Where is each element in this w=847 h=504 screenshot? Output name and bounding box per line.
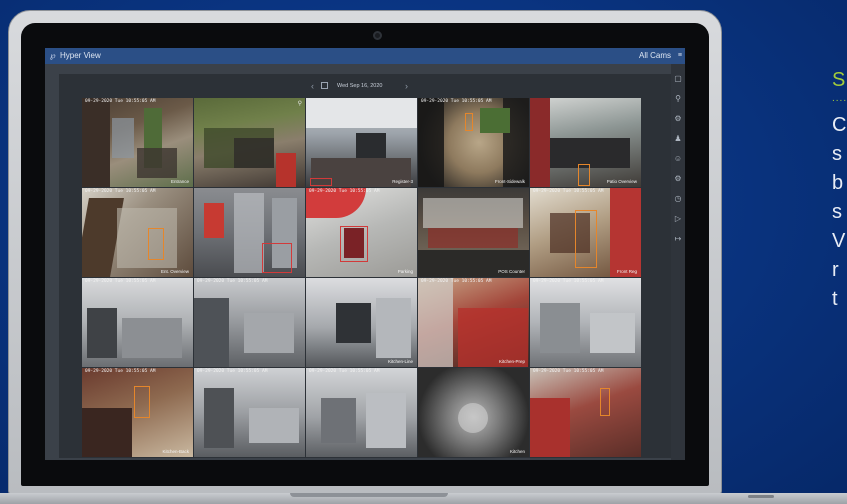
- camera-tile[interactable]: Kitchen: [418, 368, 529, 457]
- tag-icon[interactable]: ▷: [671, 208, 685, 228]
- camera-name: Front-Sidewalk: [494, 179, 525, 184]
- side-text-line: s: [832, 143, 842, 165]
- camera-tile[interactable]: Kitchen-Line: [306, 278, 417, 367]
- camera-tile[interactable]: 09-29-2020 Tue 10:55:05 AM Kitchen-Back: [82, 368, 193, 457]
- camera-tile[interactable]: Register-3: [306, 98, 417, 187]
- webcam-dot: [373, 31, 382, 40]
- zoom-icon[interactable]: ⚲: [298, 100, 302, 107]
- camera-name: Kitchen-Line: [387, 359, 413, 364]
- camera-tile[interactable]: 09-29-2020 Tue 10:55:05 AM Entrance: [82, 98, 193, 187]
- camera-name: Parking: [397, 269, 413, 274]
- camera-tile[interactable]: 09-29-2020 Tue 10:55:05 AM: [82, 278, 193, 367]
- side-heading: S: [832, 69, 846, 91]
- right-toolbar: ▢ ⚲ ⚙ ♟ ☺ ⚙ ◷ ▷ ↦: [671, 64, 685, 460]
- camera-name: Entrance: [170, 179, 189, 184]
- laptop-foot: [748, 495, 774, 498]
- side-text-line: b: [832, 172, 844, 194]
- side-text-line: r: [832, 259, 839, 281]
- next-day-icon[interactable]: ›: [405, 80, 408, 92]
- side-text-line: V: [832, 230, 846, 252]
- face-icon[interactable]: ☺: [671, 148, 685, 168]
- laptop-base: [0, 493, 847, 504]
- camera-tile[interactable]: 09-29-2020 Tue 10:55:05 AM: [530, 368, 641, 457]
- camera-viewer: ‹ Wed Sep 16, 2020 › 09-29-2020 Tue 10:5…: [59, 74, 671, 458]
- menu-icon[interactable]: ≡: [678, 48, 682, 64]
- camera-timestamp: 09-29-2020 Tue 10:55:05 AM: [85, 369, 156, 374]
- settings-icon[interactable]: ⚙: [671, 168, 685, 188]
- previous-day-icon[interactable]: ‹: [311, 80, 314, 92]
- camera-tile[interactable]: 09-29-2020 Tue 10:55:05 AM Kitchen-Prep: [418, 278, 529, 367]
- camera-name: Ent. Overview: [160, 269, 189, 274]
- camera-tile[interactable]: 09-29-2020 Tue 10:55:05 AM: [194, 278, 305, 367]
- app-title: Hyper View: [60, 51, 101, 60]
- camera-tile[interactable]: [194, 188, 305, 277]
- camera-tile[interactable]: Patio Overview: [530, 98, 641, 187]
- camera-tile[interactable]: ⚲: [194, 98, 305, 187]
- camera-group-selector[interactable]: All Cams: [639, 48, 671, 64]
- laptop-lid: ℘ Hyper View All Cams ≡ ▢ ⚲ ⚙ ♟ ☺ ⚙ ◷ ▷ …: [8, 10, 722, 495]
- camera-tile[interactable]: POS Counter: [418, 188, 529, 277]
- camera-timestamp: 09-29-2020 Tue 10:55:05 AM: [85, 189, 156, 194]
- camera-tile[interactable]: 09-29-2020 Tue 10:55:05 AM Ent. Overview: [82, 188, 193, 277]
- side-text-line: C: [832, 114, 847, 136]
- search-icon[interactable]: ⚲: [671, 88, 685, 108]
- side-text-line: t: [832, 288, 838, 310]
- app-screen: ℘ Hyper View All Cams ≡ ▢ ⚲ ⚙ ♟ ☺ ⚙ ◷ ▷ …: [45, 48, 685, 460]
- date-navigator: ‹ Wed Sep 16, 2020 ›: [59, 80, 671, 92]
- side-marketing-copy: S ........ C s b s V r t: [832, 66, 847, 314]
- camera-grid: 09-29-2020 Tue 10:55:05 AM Entrance ⚲ Re…: [82, 98, 644, 458]
- logout-icon[interactable]: ↦: [671, 228, 685, 248]
- camera-timestamp: 09-29-2020 Tue 10:55:05 AM: [85, 279, 156, 284]
- camera-timestamp: 09-29-2020 Tue 10:55:05 AM: [421, 279, 492, 284]
- pin-icon[interactable]: ⚙: [671, 108, 685, 128]
- monitor-icon[interactable]: ▢: [671, 68, 685, 88]
- camera-timestamp: 09-29-2020 Tue 10:55:05 AM: [309, 369, 380, 374]
- camera-name: Kitchen-Back: [162, 449, 189, 454]
- current-date: Wed Sep 16, 2020: [337, 83, 383, 89]
- camera-tile[interactable]: 09-29-2020 Tue 10:55:05 AM Front Reg: [530, 188, 641, 277]
- laptop-bezel: ℘ Hyper View All Cams ≡ ▢ ⚲ ⚙ ♟ ☺ ⚙ ◷ ▷ …: [21, 23, 709, 486]
- title-bar: ℘ Hyper View All Cams ≡: [45, 48, 685, 64]
- camera-name: POS Counter: [498, 269, 525, 274]
- person-icon[interactable]: ♟: [671, 128, 685, 148]
- clock-icon[interactable]: ◷: [671, 188, 685, 208]
- camera-timestamp: 09-29-2020 Tue 10:55:05 AM: [533, 369, 604, 374]
- camera-timestamp: 09-29-2020 Tue 10:55:05 AM: [85, 99, 156, 104]
- calendar-icon[interactable]: [321, 82, 328, 89]
- camera-timestamp: 09-29-2020 Tue 10:55:05 AM: [197, 369, 268, 374]
- laptop-hinge-notch: [290, 493, 448, 497]
- app-logo-icon: ℘: [50, 51, 56, 60]
- camera-name: Front Reg: [616, 269, 637, 274]
- camera-tile[interactable]: 09-29-2020 Tue 10:55:05 AM Front-Sidewal…: [418, 98, 529, 187]
- camera-timestamp: 09-29-2020 Tue 10:55:05 AM: [533, 279, 604, 284]
- camera-tile[interactable]: 09-29-2020 Tue 10:55:05 AM Parking: [306, 188, 417, 277]
- camera-name: Patio Overview: [606, 179, 637, 184]
- camera-name: Kitchen: [509, 449, 525, 454]
- camera-name: Kitchen-Prep: [498, 359, 525, 364]
- side-divider: ........: [832, 93, 847, 104]
- camera-timestamp: 09-29-2020 Tue 10:55:05 AM: [421, 99, 492, 104]
- camera-timestamp: 09-29-2020 Tue 10:55:05 AM: [533, 189, 604, 194]
- camera-tile[interactable]: 09-29-2020 Tue 10:55:05 AM: [530, 278, 641, 367]
- camera-name: Register-3: [392, 179, 413, 184]
- camera-timestamp: 09-29-2020 Tue 10:55:05 AM: [197, 279, 268, 284]
- camera-timestamp: 09-29-2020 Tue 10:55:05 AM: [309, 189, 380, 194]
- camera-tile[interactable]: 09-29-2020 Tue 10:55:05 AM: [306, 368, 417, 457]
- side-text-line: s: [832, 201, 842, 223]
- camera-tile[interactable]: 09-29-2020 Tue 10:55:05 AM: [194, 368, 305, 457]
